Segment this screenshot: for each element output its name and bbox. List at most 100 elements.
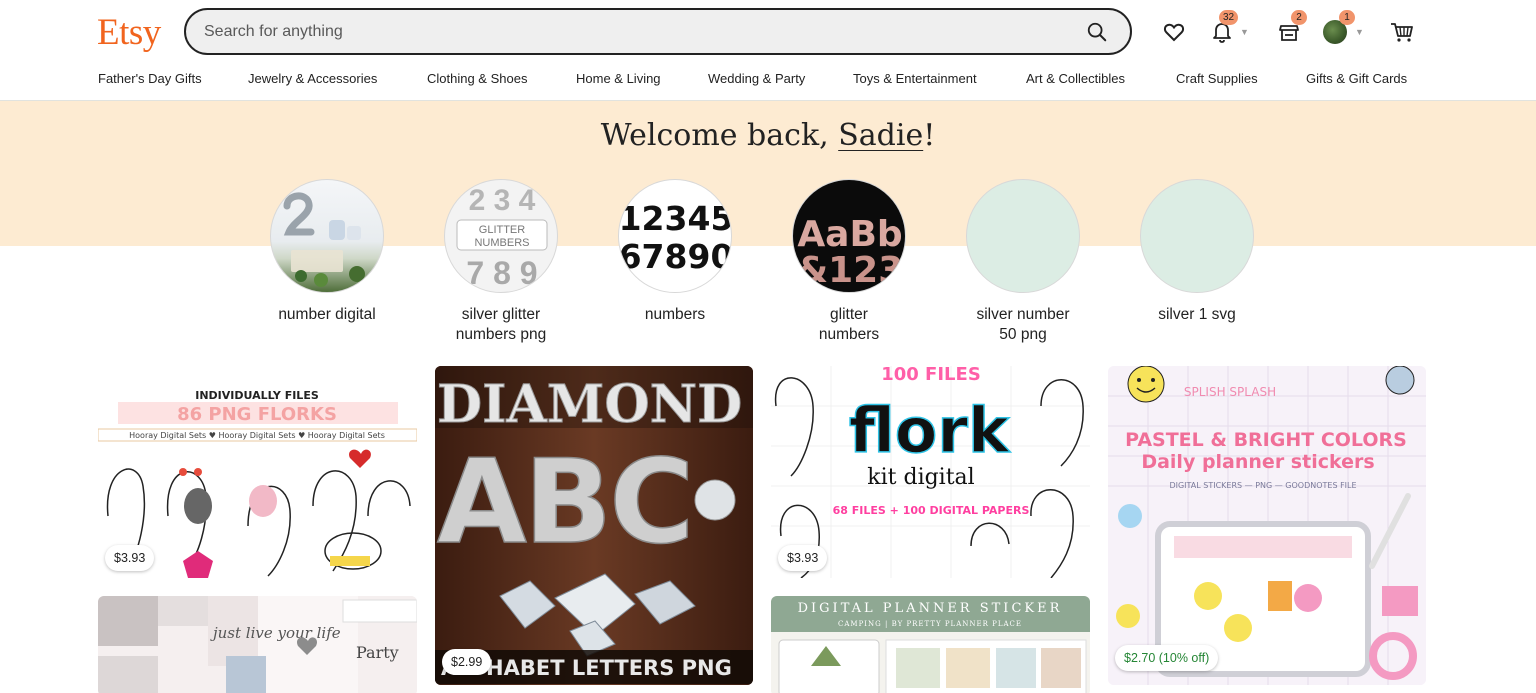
silver-sign-line1: GLITTER — [479, 224, 526, 236]
recent-search-numbers[interactable]: 12345 67890 numbers — [588, 179, 762, 325]
notifications-button[interactable]: 32 ▼ — [1210, 10, 1252, 50]
listing-art-line3: kit digital — [867, 465, 974, 490]
nav-craft-supplies[interactable]: Craft Supplies — [1176, 71, 1258, 86]
welcome-heading: Welcome back, Sadie! — [0, 118, 1536, 153]
listing-card-flork-kit[interactable]: 100 FILES flork kit digital 68 FILES + 1… — [771, 366, 1090, 578]
listing-art-line1: INDIVIDUALLY FILES — [195, 389, 319, 402]
recent-search-silver-1-svg[interactable]: silver 1 svg — [1110, 179, 1284, 325]
search-label-line2: numbers — [818, 326, 880, 343]
numbers-row1: 12345 — [619, 199, 732, 238]
search-label-line1: silver glitter — [461, 306, 541, 323]
account-button[interactable]: 1 ▼ — [1323, 10, 1365, 50]
balloon-number-image — [283, 192, 365, 287]
welcome-text: Welcome back, — [600, 118, 839, 153]
search-thumbnail — [966, 179, 1080, 293]
chevron-down-icon: ▼ — [1355, 27, 1364, 37]
listing-card-collage[interactable]: just live your life Party — [98, 596, 417, 693]
user-name-link[interactable]: Sadie — [838, 118, 923, 153]
listing-art-line2: CAMPING | BY PRETTY PLANNER PLACE — [838, 620, 1022, 628]
listing-art-line4: SPLISH SPLASH — [1184, 385, 1276, 399]
search-icon[interactable] — [1086, 21, 1108, 43]
account-badge: 1 — [1339, 10, 1355, 25]
glitter-row1: AaBb — [797, 214, 902, 255]
glitter-row2: &123 — [797, 250, 904, 291]
listing-art-line1: PASTEL & BRIGHT COLORS — [1125, 429, 1407, 451]
silver-glitter-numbers-image: 2 3 4 GLITTER NUMBERS 7 8 9 — [456, 184, 548, 291]
listing-art-line2: 86 PNG FLORKS — [177, 404, 337, 425]
search-label: silver number 50 png — [936, 305, 1110, 345]
nav-fathers-day-gifts[interactable]: Father's Day Gifts — [98, 71, 202, 86]
search-thumbnail: AaBb &123 — [792, 179, 906, 293]
listing-image: DIGITAL PLANNER STICKER CAMPING | BY PRE… — [771, 596, 1090, 693]
price-tag: $2.70 (10% off) — [1115, 645, 1219, 671]
heart-icon — [1163, 23, 1185, 42]
nav-wedding-party[interactable]: Wedding & Party — [708, 71, 805, 86]
rose-gold-glitter-image: AaBb &123 — [797, 214, 904, 291]
chevron-down-icon: ▼ — [1240, 27, 1249, 37]
listing-card-diamond-alphabet[interactable]: DIAMOND ABC ALPHABET LETTERS PNG $2.99 — [435, 366, 753, 685]
listing-art-line4: 68 FILES + 100 DIGITAL PAPERS — [833, 504, 1030, 517]
search-label-line1: number digital — [278, 306, 376, 323]
nav-gifts-gift-cards[interactable]: Gifts & Gift Cards — [1306, 71, 1407, 86]
listing-art-line2: Party — [356, 643, 399, 662]
shop-badge: 2 — [1291, 10, 1307, 25]
search-label-line1: numbers — [644, 306, 706, 323]
welcome-suffix: ! — [923, 118, 936, 153]
favorites-button[interactable] — [1162, 14, 1186, 50]
listing-art-line1: DIGITAL PLANNER STICKER — [798, 601, 1063, 616]
silver-numbers-top: 2 3 4 — [469, 184, 536, 217]
nav-clothing-shoes[interactable]: Clothing & Shoes — [427, 71, 527, 86]
category-nav: Father's Day Gifts Jewelry & Accessories… — [0, 71, 1536, 91]
price-tag: $2.99 — [442, 649, 492, 675]
recent-search-glitter-numbers[interactable]: AaBb &123 glitter numbers — [762, 179, 936, 345]
nav-home-living[interactable]: Home & Living — [576, 71, 661, 86]
listing-image: just live your life Party — [98, 596, 417, 693]
search-label-line1: silver 1 svg — [1158, 306, 1236, 323]
listing-card-planner-camping[interactable]: DIGITAL PLANNER STICKER CAMPING | BY PRE… — [771, 596, 1090, 693]
search-label: silver 1 svg — [1110, 305, 1284, 325]
listing-image: SPLISH SPLASH PASTEL & BRIGHT COLORS Dai… — [1108, 366, 1426, 685]
search-label: numbers — [588, 305, 762, 325]
search-label-line2: numbers png — [455, 326, 547, 343]
price-tag: $3.93 — [778, 545, 828, 571]
listing-card-florks[interactable]: INDIVIDUALLY FILES 86 PNG FLORKS Hooray … — [98, 366, 417, 578]
search-thumbnail: 12345 67890 — [618, 179, 732, 293]
listing-image: DIAMOND ABC ALPHABET LETTERS PNG — [435, 366, 753, 685]
cart-icon — [1391, 23, 1413, 42]
site-header: Etsy 32 ▼ 2 1 ▼ — [0, 0, 1536, 101]
nav-jewelry-accessories[interactable]: Jewelry & Accessories — [248, 71, 377, 86]
search-thumbnail — [270, 179, 384, 293]
numbers-row2: 67890 — [619, 237, 732, 276]
etsy-logo[interactable]: Etsy — [97, 11, 161, 54]
cart-button[interactable] — [1389, 14, 1415, 50]
listing-art-line1: 100 FILES — [881, 366, 981, 385]
listing-card-planner-stickers[interactable]: SPLISH SPLASH PASTEL & BRIGHT COLORS Dai… — [1108, 366, 1426, 685]
search-bar[interactable] — [184, 8, 1132, 55]
search-label: glitter numbers — [762, 305, 936, 345]
recent-search-silver-glitter-numbers-png[interactable]: 2 3 4 GLITTER NUMBERS 7 8 9 silver glitt… — [414, 179, 588, 345]
recent-search-number-digital[interactable]: number digital — [240, 179, 414, 325]
listing-art-line2: Daily planner stickers — [1141, 451, 1374, 473]
listing-art-line2: flork — [849, 394, 1011, 467]
notifications-badge: 32 — [1219, 10, 1239, 25]
search-label: silver glitter numbers png — [414, 305, 588, 345]
nav-toys-entertainment[interactable]: Toys & Entertainment — [853, 71, 977, 86]
search-input[interactable] — [204, 21, 1064, 43]
silver-numbers-bottom: 7 8 9 — [466, 255, 537, 291]
listing-art-line3: DIGITAL STICKERS — PNG — GOODNOTES FILE — [1169, 481, 1356, 490]
listing-art-line2: ABC — [437, 435, 691, 570]
search-label-line1: silver number — [976, 306, 1070, 323]
search-label: number digital — [240, 305, 414, 325]
black-numbers-image: 12345 67890 — [619, 199, 732, 276]
search-thumbnail — [1140, 179, 1254, 293]
listing-art-line1: DIAMOND — [437, 374, 742, 435]
search-thumbnail: 2 3 4 GLITTER NUMBERS 7 8 9 — [444, 179, 558, 293]
listing-art-line3: Hooray Digital Sets ♥ Hooray Digital Set… — [129, 431, 385, 440]
search-label-line2: 50 png — [999, 326, 1047, 343]
price-tag: $3.93 — [105, 545, 155, 571]
listing-art-line1: just live your life — [210, 624, 341, 642]
silver-sign-line2: NUMBERS — [474, 237, 529, 249]
recent-search-silver-number-50-png[interactable]: silver number 50 png — [936, 179, 1110, 345]
shop-manager-button[interactable]: 2 — [1277, 10, 1307, 50]
nav-art-collectibles[interactable]: Art & Collectibles — [1026, 71, 1125, 86]
